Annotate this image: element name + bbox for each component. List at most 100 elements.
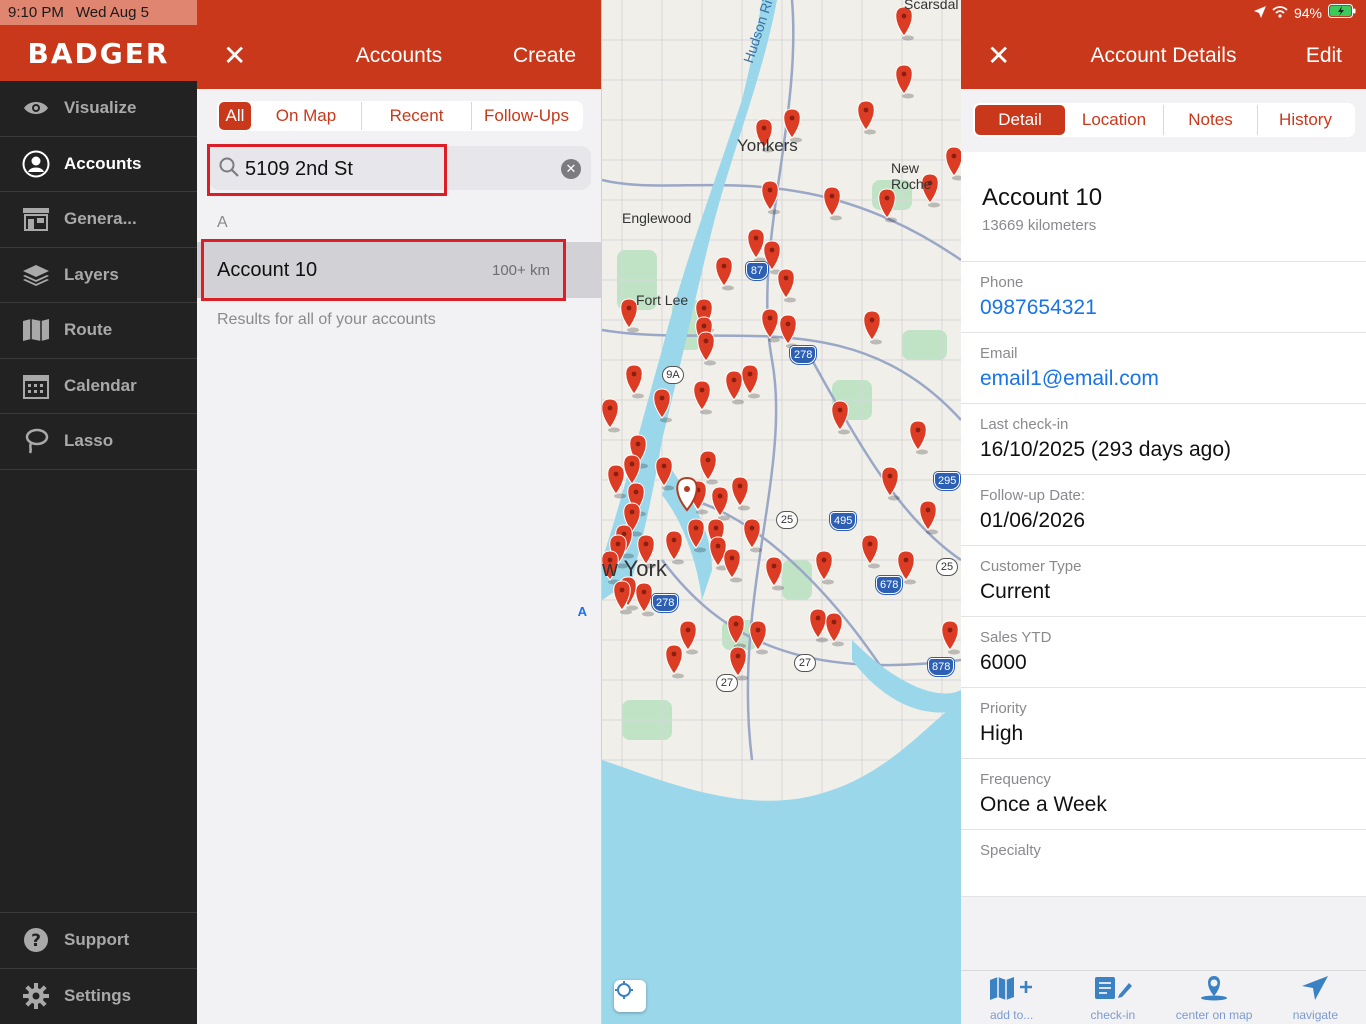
search-icon	[219, 157, 239, 182]
wifi-icon	[1272, 5, 1288, 21]
details-tabs: Detail Location Notes History	[973, 103, 1355, 137]
search-value: 5109 2nd St	[245, 158, 353, 180]
edit-button[interactable]: Edit	[1306, 44, 1342, 68]
search-input[interactable]: 5109 2nd St ✕	[207, 144, 591, 196]
section-index-letter[interactable]: A	[578, 604, 587, 619]
map-plus-icon	[988, 975, 1036, 1006]
map-label: w York	[602, 556, 667, 581]
account-pin[interactable]	[743, 518, 762, 553]
account-pin[interactable]	[731, 476, 750, 511]
account-pin[interactable]	[715, 256, 734, 291]
sidebar-item-layers[interactable]: Layers	[0, 248, 197, 303]
account-pin[interactable]	[679, 620, 698, 655]
email-link[interactable]: email1@email.com	[980, 367, 1159, 391]
sidebar-item-support[interactable]: ? Support	[0, 913, 197, 969]
tab-on-map[interactable]: On Map	[251, 102, 361, 130]
add-to-button[interactable]: add to...	[961, 971, 1062, 1024]
check-in-button[interactable]: check-in	[1062, 971, 1163, 1024]
map-label: Englewood	[622, 210, 692, 226]
calendar-icon	[22, 372, 50, 400]
account-pin[interactable]	[895, 6, 914, 41]
account-row[interactable]: Account 10 100+ km	[197, 239, 601, 301]
map-view[interactable]: Scarsdal Hudson River Yonkers New Roche …	[602, 0, 961, 1024]
account-row-distance: 100+ km	[492, 262, 550, 279]
svg-text:?: ?	[31, 931, 41, 951]
sidebar-item-lasso[interactable]: Lasso	[0, 414, 197, 470]
sidebar-item-settings[interactable]: Settings	[0, 969, 197, 1024]
center-on-map-button[interactable]: center on map	[1164, 971, 1265, 1024]
accounts-filter-tabs: All On Map Recent Follow-Ups	[217, 101, 583, 131]
sidebar-item-accounts[interactable]: Accounts	[0, 137, 197, 192]
navigate-button[interactable]: navigate	[1265, 971, 1366, 1024]
account-name: Account 10	[982, 184, 1103, 211]
account-pin[interactable]	[665, 644, 684, 679]
account-pin[interactable]	[725, 370, 744, 405]
map-label: Fort Lee	[636, 292, 689, 308]
account-pin[interactable]	[941, 620, 960, 655]
sidebar-item-label: Lasso	[64, 431, 114, 451]
account-pin[interactable]	[741, 364, 760, 399]
account-pin[interactable]	[809, 608, 828, 643]
status-time: 9:10 PM	[8, 4, 64, 21]
account-pin[interactable]	[665, 530, 684, 565]
account-pin[interactable]	[825, 612, 844, 647]
account-pin[interactable]	[747, 228, 766, 263]
brand-logo: BADGER	[0, 25, 197, 81]
account-pin[interactable]	[857, 100, 876, 135]
account-pin[interactable]	[823, 186, 842, 221]
highway-shield: 278	[652, 594, 679, 612]
account-pin[interactable]	[861, 534, 880, 569]
sidebar-item-calendar[interactable]: Calendar	[0, 359, 197, 414]
tab-all[interactable]: All	[219, 102, 251, 130]
map-label: New Roche	[891, 160, 932, 192]
field-sales-ytd: Sales YTD 6000	[961, 616, 1366, 687]
account-pin[interactable]	[777, 268, 796, 303]
toolbar-label: add to...	[989, 1008, 1034, 1022]
account-pin[interactable]	[881, 466, 900, 501]
account-pin[interactable]	[815, 550, 834, 585]
tab-detail[interactable]: Detail	[975, 105, 1065, 135]
account-pin[interactable]	[723, 548, 742, 583]
results-note: Results for all of your accounts	[217, 311, 436, 328]
field-label: Priority	[980, 700, 1027, 717]
clear-search-icon[interactable]: ✕	[561, 159, 581, 179]
sidebar-item-label: Support	[64, 930, 130, 950]
account-pin[interactable]	[749, 620, 768, 655]
tab-location[interactable]: Location	[1065, 105, 1163, 135]
tab-history[interactable]: History	[1257, 105, 1353, 135]
account-pin[interactable]	[909, 420, 928, 455]
field-value: Once a Week	[980, 793, 1107, 816]
highway-shield: 295	[934, 472, 961, 490]
tab-recent[interactable]: Recent	[361, 102, 471, 130]
account-pin[interactable]	[765, 556, 784, 591]
field-specialty: Specialty	[961, 829, 1366, 897]
account-pin[interactable]	[761, 180, 780, 215]
account-pin[interactable]	[831, 400, 850, 435]
highway-shield: 495	[830, 512, 857, 530]
account-pin[interactable]	[625, 364, 644, 399]
sidebar-item-route[interactable]: Route	[0, 303, 197, 359]
account-pin[interactable]	[693, 380, 712, 415]
account-pin[interactable]	[895, 64, 914, 99]
sidebar-item-label: Calendar	[64, 375, 137, 395]
highway-shield: 87	[746, 262, 768, 280]
field-phone: Phone 0987654321	[961, 261, 1366, 332]
status-bar: 9:10 PM Wed Aug 5	[0, 0, 197, 25]
create-button[interactable]: Create	[513, 44, 576, 68]
sidebar-item-general[interactable]: Genera...	[0, 192, 197, 248]
accounts-header: ✕ Accounts Create	[197, 0, 601, 89]
status-indicators: 94%	[1253, 4, 1356, 21]
phone-link[interactable]: 0987654321	[980, 296, 1097, 320]
field-last-check-in: Last check-in 16/10/2025 (293 days ago)	[961, 403, 1366, 474]
sidebar-item-visualize[interactable]: Visualize	[0, 81, 197, 137]
field-email: Email email1@email.com	[961, 332, 1366, 403]
tab-follow-ups[interactable]: Follow-Ups	[471, 102, 581, 130]
tab-notes[interactable]: Notes	[1163, 105, 1257, 135]
account-pin[interactable]	[919, 500, 938, 535]
account-pin[interactable]	[878, 188, 897, 223]
account-pin[interactable]	[602, 398, 620, 433]
account-pin[interactable]	[863, 310, 882, 345]
locate-button[interactable]	[614, 980, 646, 1012]
highway-shield: 278	[790, 346, 817, 364]
accounts-panel: ✕ Accounts Create All On Map Recent Foll…	[197, 0, 602, 1024]
